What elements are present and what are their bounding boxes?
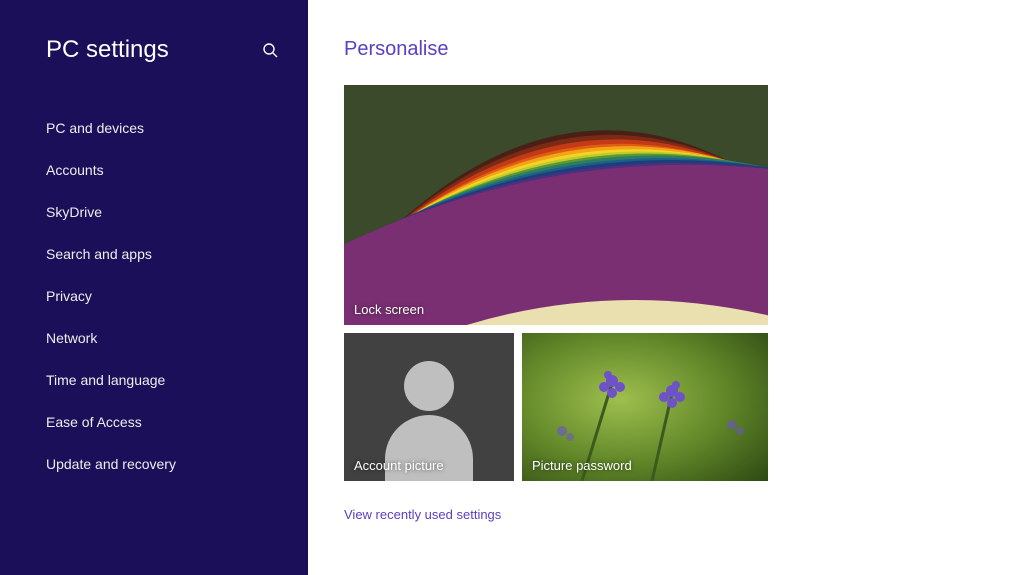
tile-lock-screen[interactable]: Lock screen <box>344 85 768 325</box>
search-icon[interactable] <box>262 42 278 58</box>
sidebar-item-label: Update and recovery <box>46 456 176 472</box>
sidebar-item-ease-of-access[interactable]: Ease of Access <box>46 404 308 440</box>
sidebar-item-accounts[interactable]: Accounts <box>46 152 308 188</box>
tile-row-bottom: Account picture <box>344 333 984 481</box>
sidebar-item-label: Privacy <box>46 288 92 304</box>
tile-picture-password[interactable]: Picture password <box>522 333 768 481</box>
sidebar-item-label: Ease of Access <box>46 414 142 430</box>
sidebar-item-label: SkyDrive <box>46 204 102 220</box>
view-recently-used-settings-link[interactable]: View recently used settings <box>344 507 984 522</box>
tile-label: Account picture <box>354 458 444 473</box>
sidebar-item-privacy[interactable]: Privacy <box>46 278 308 314</box>
sidebar-item-label: Search and apps <box>46 246 152 262</box>
sidebar-item-label: Network <box>46 330 97 346</box>
sidebar-item-pc-and-devices[interactable]: PC and devices <box>46 110 308 146</box>
tile-row-top: Lock screen <box>344 85 984 325</box>
sidebar-item-time-and-language[interactable]: Time and language <box>46 362 308 398</box>
tile-label: Lock screen <box>354 302 424 317</box>
tile-account-picture[interactable]: Account picture <box>344 333 514 481</box>
sidebar-item-skydrive[interactable]: SkyDrive <box>46 194 308 230</box>
sidebar-item-search-and-apps[interactable]: Search and apps <box>46 236 308 272</box>
sidebar-item-update-and-recovery[interactable]: Update and recovery <box>46 446 308 482</box>
sidebar: PC settings PC and devices Accounts SkyD… <box>0 0 308 575</box>
page-title: Personalise <box>344 38 984 61</box>
lock-screen-image <box>344 85 768 325</box>
sidebar-item-network[interactable]: Network <box>46 320 308 356</box>
sidebar-title: PC settings <box>46 36 169 64</box>
sidebar-list: PC and devices Accounts SkyDrive Search … <box>46 110 308 482</box>
main-content: Personalise <box>308 0 1024 575</box>
sidebar-item-label: PC and devices <box>46 120 144 136</box>
sidebar-item-label: Accounts <box>46 162 104 178</box>
tile-grid: Lock screen Account picture <box>344 85 984 481</box>
sidebar-item-label: Time and language <box>46 372 165 388</box>
avatar-placeholder-icon <box>404 361 454 411</box>
sidebar-header: PC settings <box>46 36 308 64</box>
tile-label: Picture password <box>532 458 632 473</box>
